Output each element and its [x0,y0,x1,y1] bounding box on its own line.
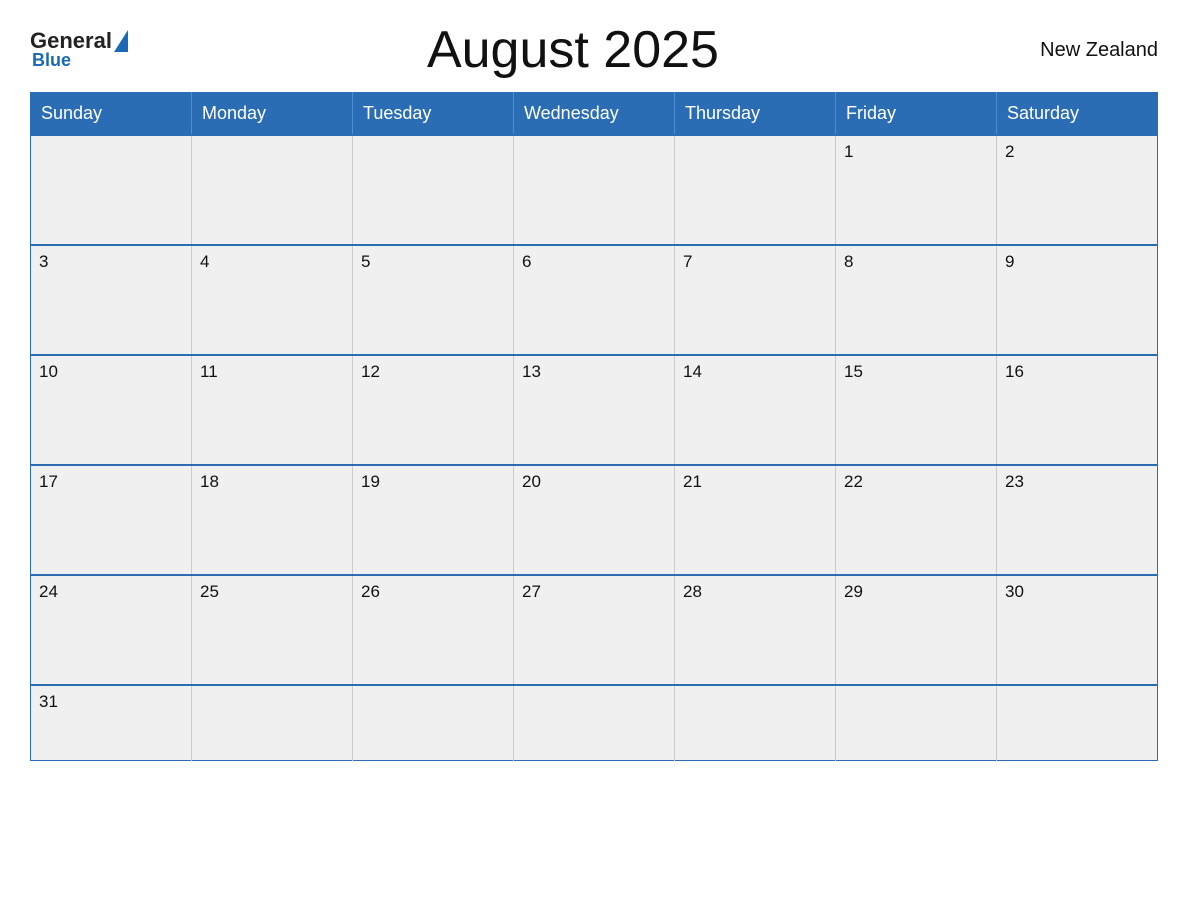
day-number: 16 [1005,362,1149,382]
calendar-body: 1234567891011121314151617181920212223242… [31,135,1158,760]
calendar-week-row: 3456789 [31,245,1158,355]
day-number: 23 [1005,472,1149,492]
day-number: 22 [844,472,988,492]
day-number: 27 [522,582,666,602]
calendar-day-cell: 4 [192,245,353,355]
calendar-week-row: 17 18 19 20 21 22 23 [31,465,1158,575]
day-number: 10 [39,362,183,382]
calendar-day-cell: 6 [514,245,675,355]
calendar-day-cell: 25 [192,575,353,685]
calendar-day-cell: 21 [675,465,836,575]
calendar-day-cell [997,685,1158,760]
calendar-day-cell: 18 [192,465,353,575]
calendar-day-cell: 8 [836,245,997,355]
day-number: 26 [361,582,505,602]
logo-general: General [30,30,112,52]
calendar-day-cell: 11 [192,355,353,465]
day-number: 5 [361,252,505,272]
calendar-day-cell: 19 [353,465,514,575]
calendar-day-cell: 5 [353,245,514,355]
day-number: 25 [200,582,344,602]
header-monday: Monday [192,93,353,136]
calendar-day-cell: 23 [997,465,1158,575]
calendar-day-cell: 17 [31,465,192,575]
day-number: 30 [1005,582,1149,602]
calendar-day-cell: 9 [997,245,1158,355]
logo-blue: Blue [32,50,71,71]
day-number: 8 [844,252,988,272]
calendar-day-cell: 30 [997,575,1158,685]
calendar-day-cell [192,685,353,760]
calendar-week-row: 24 25 26 27 28 29 30 [31,575,1158,685]
calendar-day-cell: 7 [675,245,836,355]
day-number: 24 [39,582,183,602]
calendar-day-cell [353,135,514,245]
calendar-day-cell [836,685,997,760]
header: General Blue August 2025 New Zealand [30,20,1158,80]
logo: General Blue [30,30,128,71]
day-number: 15 [844,362,988,382]
calendar-day-cell: 14 [675,355,836,465]
calendar-day-cell [192,135,353,245]
day-number: 29 [844,582,988,602]
day-number: 13 [522,362,666,382]
calendar-day-cell: 22 [836,465,997,575]
calendar-day-cell: 12 [353,355,514,465]
day-number: 18 [200,472,344,492]
calendar-day-cell: 2 [997,135,1158,245]
calendar-table: Sunday Monday Tuesday Wednesday Thursday… [30,92,1158,761]
calendar-week-row: 10 11 12 13 14 15 16 [31,355,1158,465]
header-friday: Friday [836,93,997,136]
day-number: 1 [844,142,988,162]
day-number: 3 [39,252,183,272]
header-tuesday: Tuesday [353,93,514,136]
header-saturday: Saturday [997,93,1158,136]
days-header-row: Sunday Monday Tuesday Wednesday Thursday… [31,93,1158,136]
day-number: 11 [200,362,344,382]
calendar-week-row: 12 [31,135,1158,245]
calendar-day-cell: 16 [997,355,1158,465]
day-number: 31 [39,692,183,712]
logo-triangle-icon [114,30,128,52]
country-label: New Zealand [1018,39,1158,62]
day-number: 14 [683,362,827,382]
calendar-day-cell: 29 [836,575,997,685]
calendar-day-cell: 26 [353,575,514,685]
calendar-day-cell [31,135,192,245]
day-number: 28 [683,582,827,602]
calendar-day-cell: 31 [31,685,192,760]
day-number: 21 [683,472,827,492]
calendar-day-cell: 24 [31,575,192,685]
calendar-day-cell: 27 [514,575,675,685]
day-number: 12 [361,362,505,382]
day-number: 19 [361,472,505,492]
calendar-day-cell [675,685,836,760]
calendar-day-cell: 28 [675,575,836,685]
calendar-day-cell: 3 [31,245,192,355]
day-number: 17 [39,472,183,492]
calendar-day-cell: 13 [514,355,675,465]
day-number: 6 [522,252,666,272]
calendar-day-cell: 20 [514,465,675,575]
day-number: 4 [200,252,344,272]
calendar-title: August 2025 [128,20,1018,80]
calendar-day-cell: 15 [836,355,997,465]
day-number: 20 [522,472,666,492]
calendar-week-row: 31 [31,685,1158,760]
header-thursday: Thursday [675,93,836,136]
calendar-day-cell [514,135,675,245]
calendar-day-cell [514,685,675,760]
day-number: 2 [1005,142,1149,162]
calendar-day-cell [675,135,836,245]
day-number: 7 [683,252,827,272]
calendar-page: General Blue August 2025 New Zealand Sun… [0,0,1188,918]
calendar-day-cell: 1 [836,135,997,245]
calendar-day-cell [353,685,514,760]
calendar-day-cell: 10 [31,355,192,465]
header-wednesday: Wednesday [514,93,675,136]
day-number: 9 [1005,252,1149,272]
header-sunday: Sunday [31,93,192,136]
